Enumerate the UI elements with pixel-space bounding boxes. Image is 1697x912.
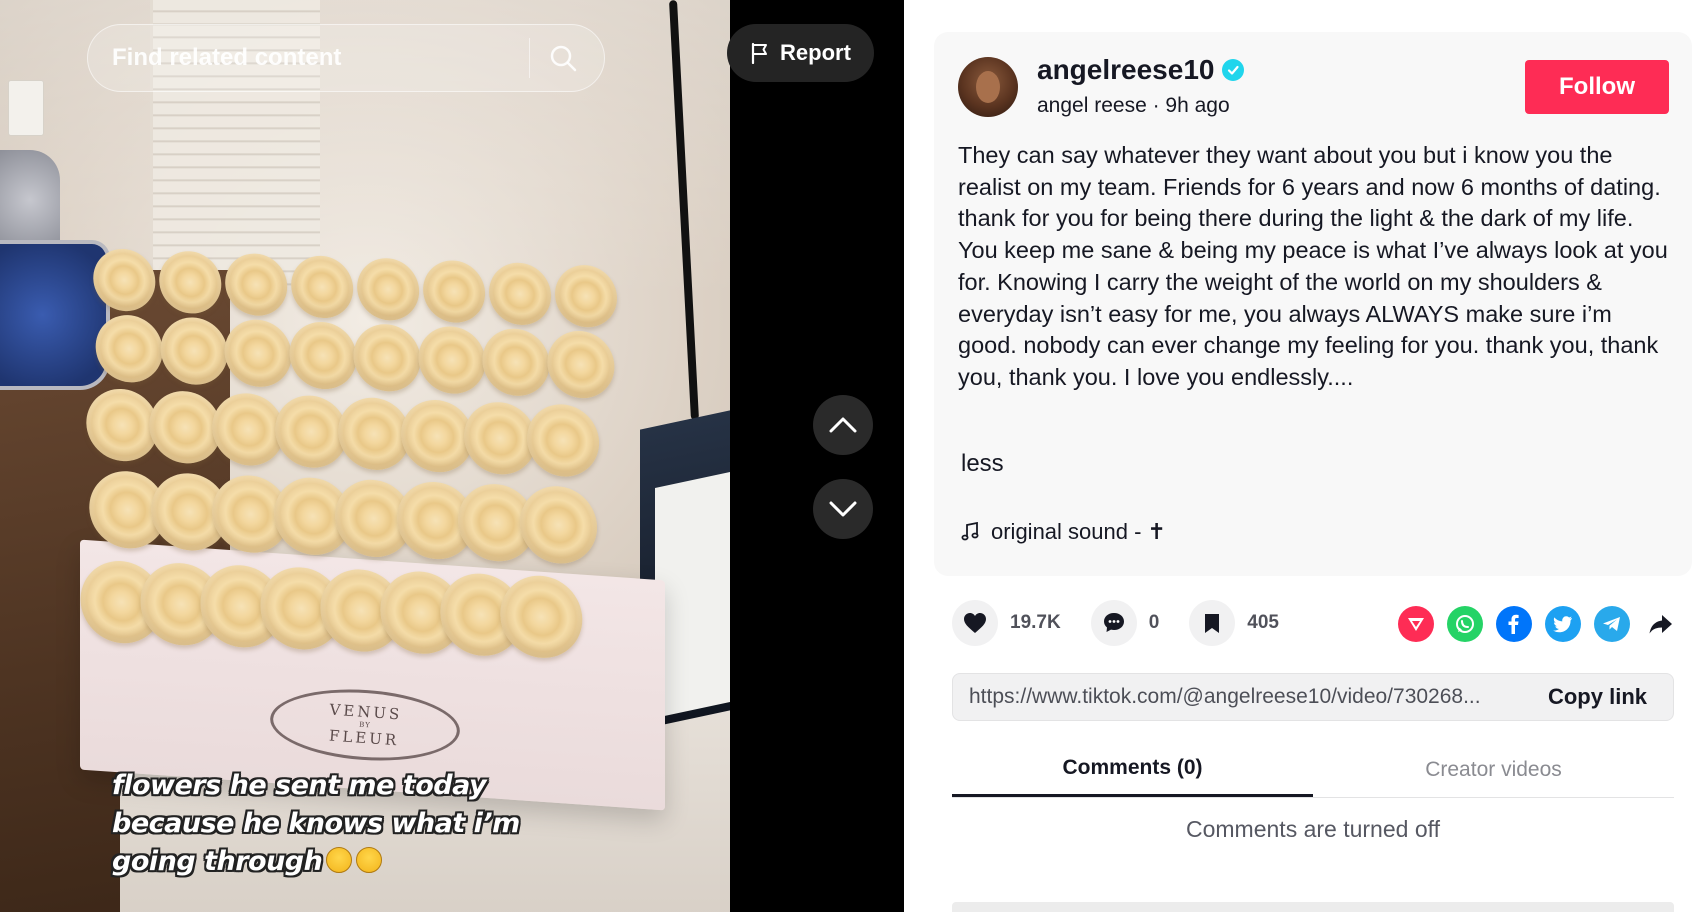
tiktok-video-page: VENUS BY FLEUR flowers he sent me today … (0, 0, 1697, 912)
rose (158, 250, 223, 315)
rose (224, 252, 289, 317)
rose (481, 327, 551, 398)
report-button[interactable]: Report (727, 24, 874, 82)
weary-emoji-icon (356, 847, 383, 873)
rose (487, 261, 553, 327)
video-link-box: https://www.tiktok.com/@angelreese10/vid… (952, 673, 1674, 721)
copy-link-button[interactable]: Copy link (1548, 684, 1673, 710)
share-arrow-icon (1649, 615, 1672, 634)
whatsapp-share-button[interactable] (1447, 606, 1483, 642)
telegram-icon (1603, 617, 1620, 631)
rose (92, 247, 157, 313)
rose (416, 325, 487, 395)
rose (94, 314, 164, 384)
rose (159, 316, 229, 386)
more-share-button[interactable] (1643, 606, 1679, 642)
comment-button[interactable] (1090, 600, 1137, 646)
rose (290, 254, 355, 320)
whatsapp-icon (1456, 615, 1474, 633)
author-username[interactable]: angelreese10 (1037, 54, 1245, 86)
heart-icon (964, 613, 986, 633)
chevron-down-icon (829, 501, 857, 517)
next-video-button[interactable] (813, 479, 873, 539)
sound-link[interactable]: original sound - ✝ (961, 519, 1166, 545)
rose (525, 403, 601, 478)
share-options (1398, 606, 1679, 642)
send-to-friends-button[interactable] (1398, 606, 1434, 642)
rose (553, 264, 619, 329)
like-count: 19.7K (1010, 612, 1061, 633)
save-action[interactable]: 405 (1189, 600, 1279, 646)
search-divider (529, 38, 530, 78)
comments-tabs: Comments (0) Creator videos (952, 742, 1674, 798)
tab-comments[interactable]: Comments (0) (952, 742, 1313, 797)
search-input[interactable] (112, 44, 529, 72)
video-url[interactable]: https://www.tiktok.com/@angelreese10/vid… (953, 685, 1548, 709)
previous-video-button[interactable] (813, 395, 873, 455)
facebook-share-button[interactable] (1496, 606, 1532, 642)
music-note-icon (961, 522, 979, 541)
telegram-share-button[interactable] (1594, 606, 1630, 642)
rose (518, 484, 598, 565)
comments-status: Comments are turned off (1186, 816, 1440, 842)
chevron-up-icon (829, 417, 857, 433)
video-info-card: angelreese10 angel reese · 9h ago Follow… (934, 32, 1692, 576)
comment-bubble-icon (1103, 613, 1124, 632)
follow-button[interactable]: Follow (1525, 60, 1669, 114)
twitter-share-button[interactable] (1545, 606, 1581, 642)
comment-count: 0 (1148, 612, 1160, 633)
rose (223, 318, 293, 388)
video-description: They can say whatever they want about yo… (958, 142, 1668, 390)
author-subline: angel reese · 9h ago (1037, 94, 1230, 117)
rose (422, 259, 487, 324)
video-caption: flowers he sent me today because he know… (112, 770, 520, 877)
twitter-icon (1553, 616, 1572, 633)
less-toggle[interactable]: less (961, 450, 1004, 478)
tab-creator-videos[interactable]: Creator videos (1313, 742, 1674, 797)
rose (545, 329, 616, 400)
search-bar[interactable] (87, 24, 605, 92)
rose (356, 257, 421, 322)
crying-emoji-icon (326, 847, 353, 873)
save-button[interactable] (1189, 600, 1236, 646)
search-icon (550, 45, 577, 72)
search-button[interactable] (548, 24, 604, 92)
flag-icon (751, 42, 768, 64)
avatar[interactable] (958, 57, 1018, 117)
facebook-icon (1508, 614, 1519, 634)
wall-outlet (8, 80, 44, 136)
rose (287, 320, 358, 391)
comment-input-bar[interactable] (952, 902, 1674, 912)
like-button[interactable] (952, 600, 998, 646)
verified-badge-icon (1222, 59, 1245, 81)
send-icon (1408, 618, 1424, 631)
comment-action[interactable]: 0 (1090, 600, 1160, 646)
video-player[interactable]: VENUS BY FLEUR flowers he sent me today … (0, 0, 730, 912)
video-side-strip (730, 0, 904, 912)
rose (352, 323, 422, 393)
save-count: 405 (1247, 612, 1279, 633)
like-action[interactable]: 19.7K (952, 600, 1061, 646)
rose-arrangement (72, 247, 684, 660)
bookmark-icon (1205, 614, 1220, 633)
engagement-actions: 19.7K 0 405 (952, 600, 1309, 646)
